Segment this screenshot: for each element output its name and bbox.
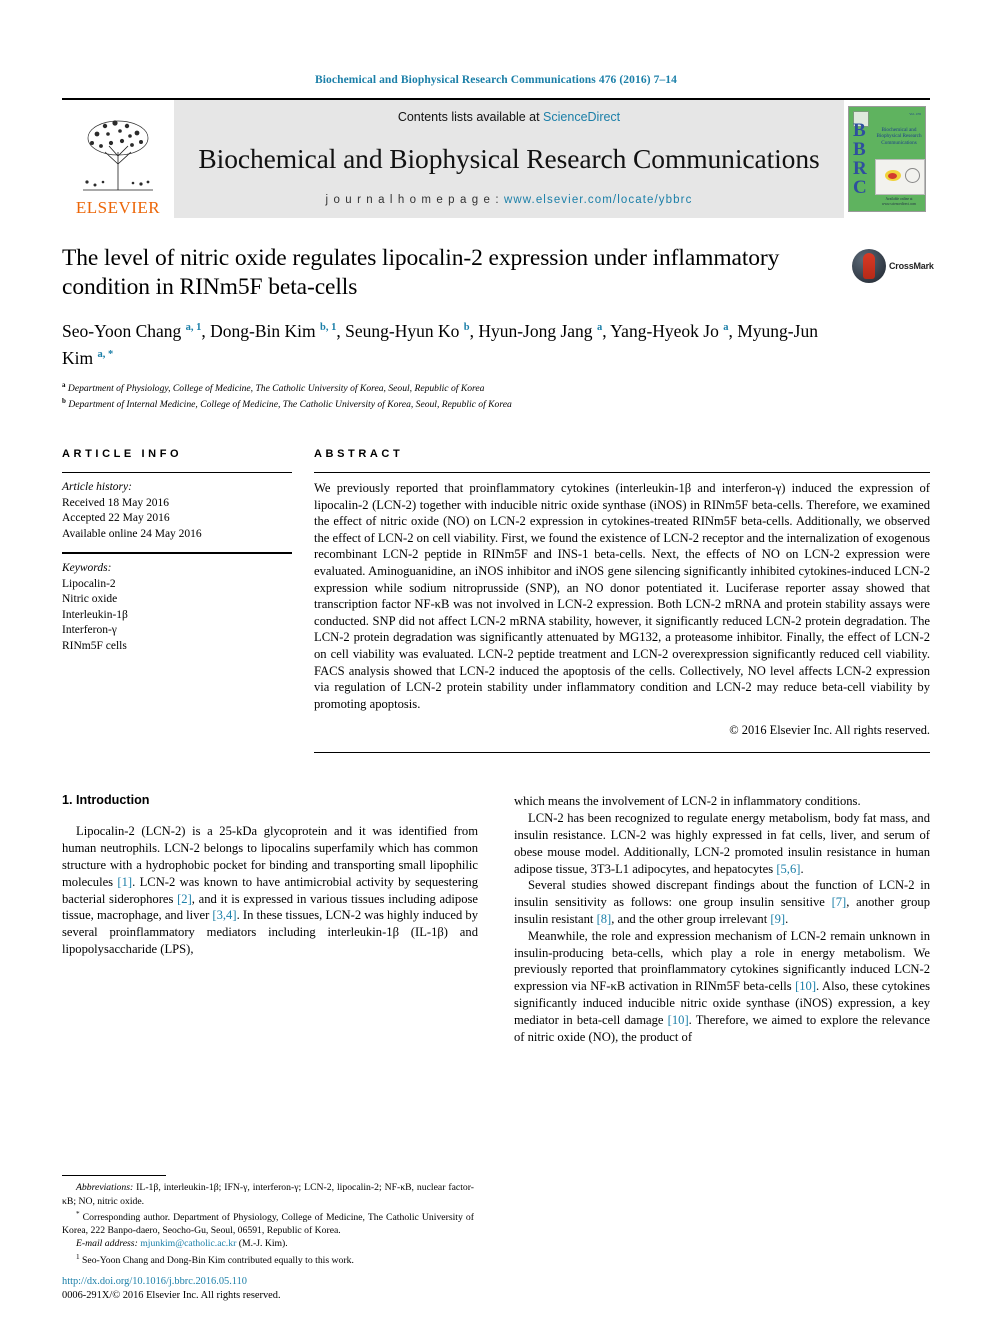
- page-title: The level of nitric oxide regulates lipo…: [62, 245, 780, 300]
- author-list: Seo-Yoon Chang a, 1, Dong-Bin Kim b, 1, …: [62, 316, 822, 370]
- cover-figure-nucleus-shape: [888, 173, 897, 179]
- footnote-equal-contribution: 1 Seo-Yoon Chang and Dong-Bin Kim contri…: [62, 1251, 474, 1267]
- cover-bbrc-letters: BBRC: [853, 120, 867, 198]
- keyword-item: Nitric oxide: [62, 593, 118, 606]
- article-history-online: Available online 24 May 2016: [62, 527, 202, 540]
- affiliation-b-text: Department of Internal Medicine, College…: [68, 399, 512, 411]
- body-paragraph: Lipocalin-2 (LCN-2) is a 25-kDa glycopro…: [62, 824, 478, 956]
- article-history-accepted: Accepted 22 May 2016: [62, 512, 170, 525]
- body-paragraph: Several studies showed discrepant findin…: [514, 878, 930, 926]
- journal-cover-container: Vol. 476 BBRC Biochemical and Biophysica…: [844, 100, 930, 218]
- body-paragraph: LCN-2 has been recognized to regulate en…: [514, 811, 930, 876]
- corresponding-author-text: Corresponding author. Department of Phys…: [62, 1211, 474, 1237]
- doi-copyright-block: http://dx.doi.org/10.1016/j.bbrc.2016.05…: [62, 1275, 281, 1303]
- journal-homepage-line: j o u r n a l h o m e p a g e : www.else…: [326, 194, 693, 206]
- issn-copyright-line: 0006-291X/© 2016 Elsevier Inc. All right…: [62, 1290, 281, 1301]
- keyword-item: Interleukin-1β: [62, 608, 128, 621]
- cover-journal-title: Biochemical and Biophysical Research Com…: [876, 127, 922, 146]
- crossmark-icon: [852, 249, 886, 283]
- contents-available-line: Contents lists available at ScienceDirec…: [398, 110, 620, 124]
- footnotes-block: Abbreviations: IL-1β, interleukin-1β; IF…: [62, 1175, 474, 1267]
- footnote-corresponding-author: * Corresponding author. Department of Ph…: [62, 1208, 474, 1238]
- abbreviations-label: Abbreviations:: [76, 1182, 134, 1194]
- elsevier-logo: ELSEVIER: [62, 100, 174, 218]
- body-column-left: 1. Introduction Lipocalin-2 (LCN-2) is a…: [62, 793, 478, 1045]
- affiliation-a: a Department of Physiology, College of M…: [62, 379, 930, 396]
- journal-title: Biochemical and Biophysical Research Com…: [198, 143, 820, 174]
- email-label: E-mail address:: [76, 1238, 138, 1250]
- homepage-prefix-text: j o u r n a l h o m e p a g e :: [325, 194, 504, 206]
- affiliation-b: b Department of Internal Medicine, Colle…: [62, 395, 930, 412]
- body-column-right: which means the involvement of LCN-2 in …: [514, 793, 930, 1045]
- journal-masthead: ELSEVIER Contents lists available at Sci…: [62, 98, 930, 218]
- cover-volume-text: Vol. 476: [909, 112, 921, 116]
- body-paragraph: Meanwhile, the role and expression mecha…: [514, 928, 931, 1044]
- abstract-column: ABSTRACT We previously reported that pro…: [314, 448, 930, 754]
- crossmark-label: CrossMark: [889, 260, 934, 271]
- journal-article-page: Biochemical and Biophysical Research Com…: [0, 0, 992, 1323]
- cover-figure-ring-shape: [905, 168, 920, 183]
- authors-text: Seo-Yoon Chang a, 1, Dong-Bin Kim b, 1, …: [62, 320, 818, 368]
- article-info-rule-top: [62, 472, 292, 474]
- journal-cover-thumbnail: Vol. 476 BBRC Biochemical and Biophysica…: [848, 106, 926, 212]
- affiliation-b-marker: b: [62, 397, 66, 406]
- abstract-rule-top: [314, 472, 930, 474]
- elsevier-wordmark: ELSEVIER: [75, 198, 161, 217]
- doi-link[interactable]: http://dx.doi.org/10.1016/j.bbrc.2016.05…: [62, 1275, 281, 1289]
- equal-contribution-text: Seo-Yoon Chang and Dong-Bin Kim contribu…: [79, 1254, 354, 1266]
- title-block: The level of nitric oxide regulates lipo…: [62, 244, 934, 302]
- article-history-received: Received 18 May 2016: [62, 496, 169, 509]
- sciencedirect-link[interactable]: ScienceDirect: [543, 110, 620, 124]
- footnote-email: E-mail address: mjunkim@catholic.ac.kr (…: [62, 1237, 474, 1250]
- body-columns: 1. Introduction Lipocalin-2 (LCN-2) is a…: [62, 793, 930, 1045]
- article-info-column: ARTICLE INFO Article history: Received 1…: [62, 448, 292, 753]
- keyword-item: Interferon-γ: [62, 624, 117, 637]
- footnote-rule: [62, 1175, 166, 1177]
- body-paragraph: which means the involvement of LCN-2 in …: [514, 794, 861, 809]
- abstract-rule-bottom: [314, 752, 930, 754]
- cover-figure-image: [875, 159, 925, 195]
- journal-homepage-link[interactable]: www.elsevier.com/locate/ybbrc: [504, 194, 693, 206]
- contents-prefix-text: Contents lists available at: [397, 110, 544, 124]
- article-history-label: Article history:: [62, 481, 132, 494]
- keyword-item: RINm5F cells: [62, 639, 127, 652]
- affiliation-a-text: Department of Physiology, College of Med…: [67, 382, 485, 394]
- abstract-heading: ABSTRACT: [314, 448, 404, 461]
- cover-footer-text: Available online at www.sciencedirect.co…: [881, 197, 917, 206]
- article-info-rule-mid: [62, 552, 292, 555]
- footnote-abbreviations: Abbreviations: IL-1β, interleukin-1β; IF…: [62, 1181, 474, 1207]
- article-info-heading: ARTICLE INFO: [62, 448, 183, 461]
- affiliation-a-marker: a: [62, 380, 66, 389]
- running-head: Biochemical and Biophysical Research Com…: [314, 74, 678, 86]
- elsevier-tree-icon: [75, 112, 161, 198]
- section-heading-introduction: 1. Introduction: [62, 793, 150, 808]
- abstract-text: We previously reported that proinflammat…: [314, 481, 930, 711]
- journal-banner: Contents lists available at ScienceDirec…: [174, 100, 844, 218]
- info-abstract-row: ARTICLE INFO Article history: Received 1…: [62, 448, 930, 754]
- keywords-label: Keywords:: [62, 562, 112, 575]
- email-link[interactable]: mjunkim@catholic.ac.kr: [140, 1238, 236, 1249]
- email-suffix-text: (M.-J. Kim).: [236, 1238, 288, 1250]
- affiliation-list: a Department of Physiology, College of M…: [62, 379, 930, 412]
- crossmark-badge[interactable]: CrossMark: [852, 246, 934, 286]
- keyword-item: Lipocalin-2: [62, 577, 116, 590]
- abstract-copyright: © 2016 Elsevier Inc. All rights reserved…: [729, 723, 930, 738]
